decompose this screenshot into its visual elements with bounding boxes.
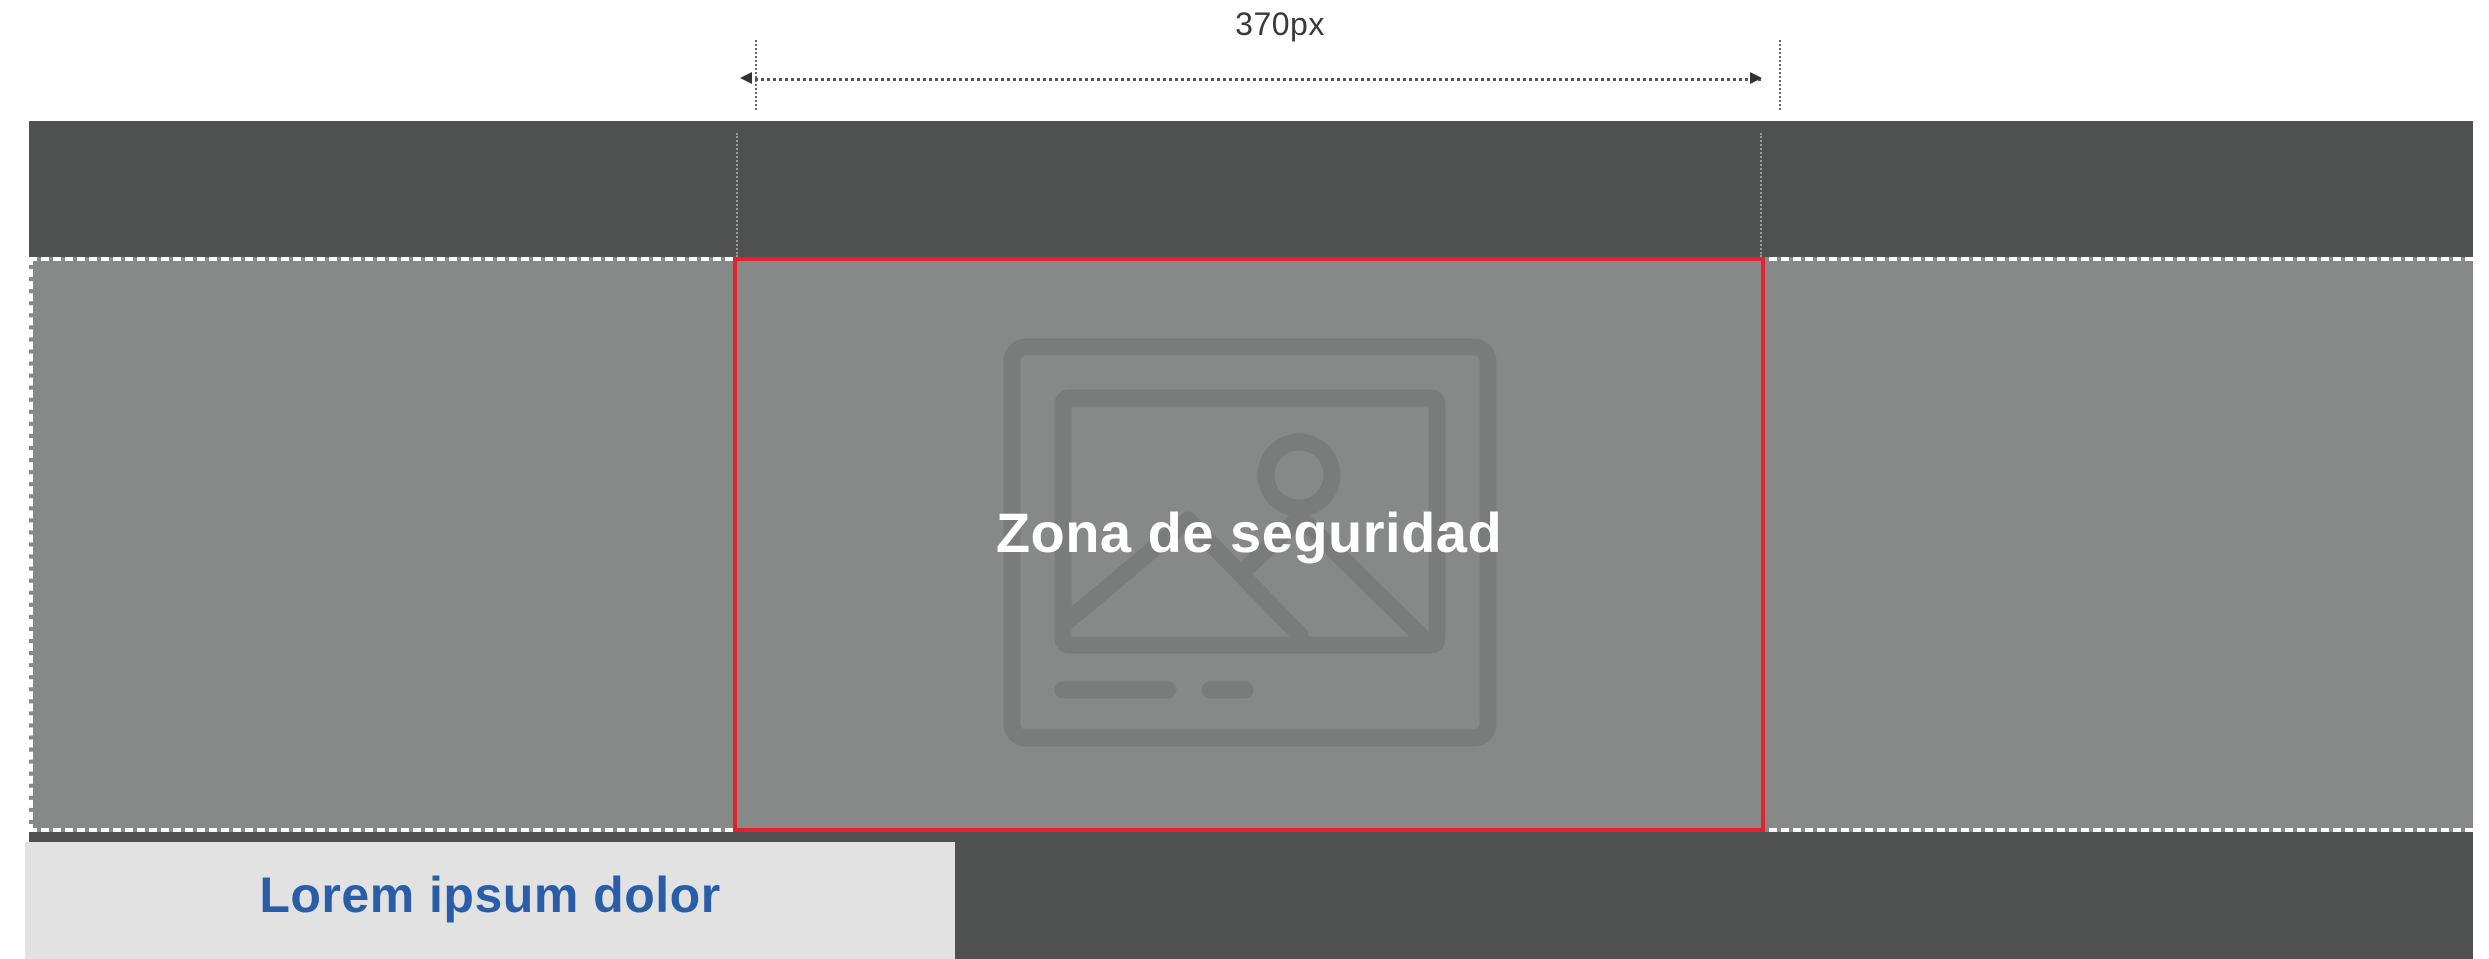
guide-line-right bbox=[1760, 133, 1762, 257]
banner-title: Lorem ipsum dolor bbox=[259, 867, 721, 923]
dimension-label: 370px bbox=[1235, 6, 1325, 42]
safe-zone-label: Zona de seguridad bbox=[995, 501, 1503, 564]
dimension-line bbox=[748, 78, 1761, 81]
header-band bbox=[29, 121, 2473, 257]
guide-line-left bbox=[736, 133, 738, 257]
dimension-tick-right bbox=[1779, 40, 1781, 110]
dimension-tick-left bbox=[755, 40, 757, 110]
dimension-arrow-left-icon bbox=[740, 72, 752, 84]
dimension-arrow-right-icon bbox=[1750, 72, 1762, 84]
